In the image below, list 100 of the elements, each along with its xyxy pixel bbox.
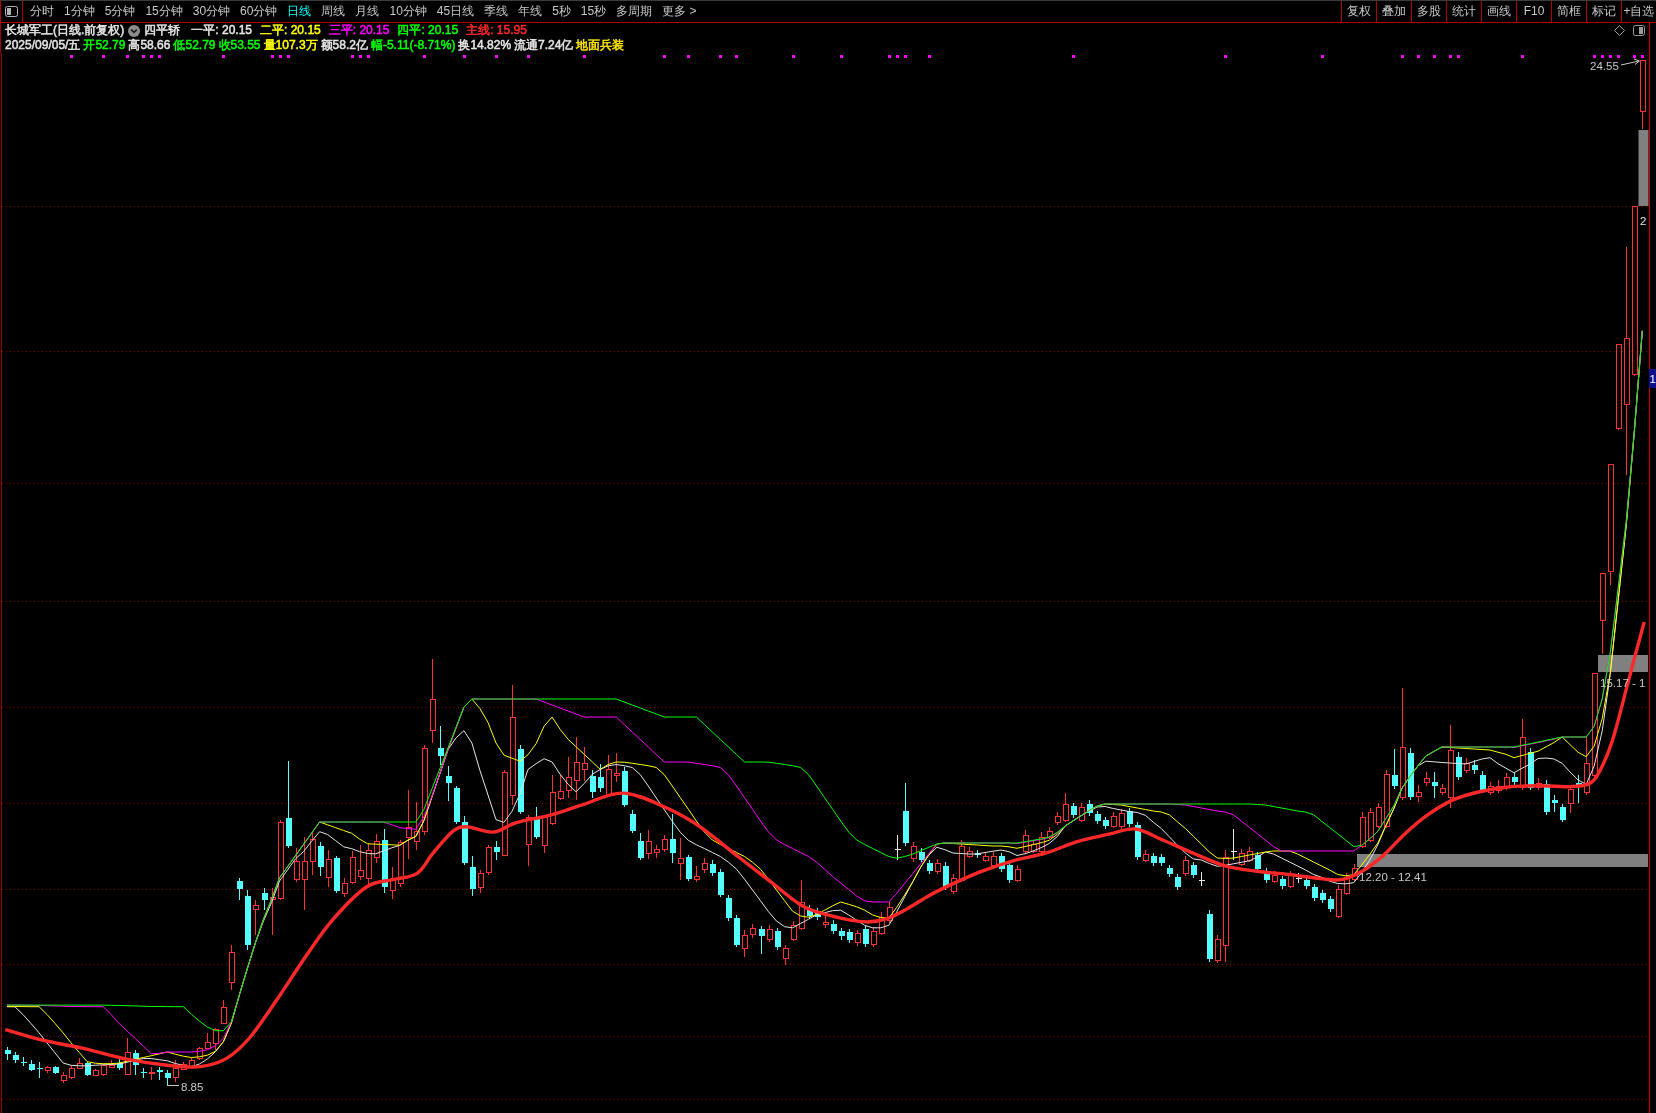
period-tab[interactable]: 15分钟 [140, 1, 188, 22]
quote-field: 额58.2亿 [320, 38, 368, 53]
signal-marker [1449, 55, 1452, 58]
period-tab[interactable]: 年线 [513, 1, 548, 22]
signal-marker [150, 55, 153, 58]
signal-marker [1401, 55, 1404, 58]
signal-marker [463, 55, 466, 58]
signal-marker [495, 55, 498, 58]
signal-marker [1641, 55, 1644, 58]
signal-marker [1601, 55, 1604, 58]
toolbar-button[interactable]: 简框 [1551, 1, 1586, 22]
signal-marker [1433, 55, 1436, 58]
period-tab[interactable]: 60分钟 [235, 1, 283, 22]
indicator-value: 四平: 20.15 [397, 23, 459, 38]
toolbar-button[interactable]: 叠加 [1376, 1, 1411, 22]
low-price-leader [166, 1085, 180, 1086]
signal-marker [792, 55, 795, 58]
toolbar-button[interactable]: 画线 [1481, 1, 1516, 22]
signal-marker [367, 55, 370, 58]
period-tab[interactable]: 周线 [316, 1, 351, 22]
quote-field: 低52.79 [173, 38, 216, 53]
indicator-name: 四平轿 [144, 23, 181, 38]
flat-candle [1198, 871, 1205, 887]
signal-marker [142, 55, 145, 58]
signal-marker [279, 55, 282, 58]
period-tab[interactable]: 分时 [25, 1, 59, 22]
signal-marker [888, 55, 891, 58]
toolbar-button[interactable]: 复权 [1341, 1, 1376, 22]
circle-chevron-icon[interactable] [128, 24, 141, 37]
diamond-icon[interactable] [1614, 25, 1625, 36]
axis-price-label: 2 [1640, 215, 1647, 227]
quote-field: 换14.82% [458, 38, 512, 53]
price-range-label: 12.20 - 12.41 [1359, 871, 1427, 883]
period-tab[interactable]: 30分钟 [187, 1, 236, 22]
quote-field: 收53.55 [218, 38, 261, 53]
indicator-value: 三平: 20.15 [328, 23, 390, 38]
quote-field: 地面兵装 [576, 38, 625, 53]
toolbar-button[interactable]: 标记 [1586, 1, 1621, 22]
signal-marker [126, 55, 129, 58]
high-price-label: 24.55 [1590, 60, 1619, 72]
flat-candle [1230, 828, 1237, 861]
period-tab[interactable]: 月线 [350, 1, 385, 22]
signal-marker [1521, 55, 1524, 58]
signal-marker [1321, 55, 1324, 58]
period-tab[interactable]: 季线 [479, 1, 514, 22]
left-panel-icon[interactable] [5, 6, 18, 17]
signal-marker [1457, 55, 1460, 58]
signal-marker [904, 55, 907, 58]
quote-field: 开52.79 [83, 38, 126, 53]
signal-marker [1633, 55, 1636, 58]
flat-candle [894, 834, 901, 861]
period-tab[interactable]: 多周期 [611, 1, 658, 22]
toolbar-button[interactable]: F10 [1516, 1, 1551, 22]
period-tab[interactable]: 45日线 [431, 1, 480, 22]
period-tab[interactable]: 5秒 [547, 1, 576, 22]
signal-marker [1609, 55, 1612, 58]
period-tab[interactable]: 5分钟 [99, 1, 141, 22]
signal-marker [287, 55, 290, 58]
toolbar-button[interactable]: 统计 [1446, 1, 1481, 22]
signal-marker [1224, 55, 1227, 58]
period-tab[interactable]: 更多 > [657, 1, 702, 22]
quote-field: 量107.3万 [263, 38, 318, 53]
signal-marker [222, 55, 225, 58]
signal-marker [351, 55, 354, 58]
signal-marker [663, 55, 666, 58]
flat-candle [1295, 872, 1302, 884]
toolbar-button[interactable]: 多股 [1411, 1, 1446, 22]
signal-marker [70, 55, 73, 58]
signal-marker [1617, 55, 1620, 58]
signal-marker [271, 55, 274, 58]
signal-marker [527, 55, 530, 58]
period-tab[interactable]: 15秒 [575, 1, 612, 22]
quote-field: 高58.66 [128, 38, 171, 53]
period-tab[interactable]: 1分钟 [59, 1, 100, 22]
toolbar-button[interactable]: +自选 [1621, 1, 1656, 22]
signal-marker [158, 55, 161, 58]
high-price-pointer [1620, 58, 1640, 66]
signal-marker [896, 55, 899, 58]
indicator-value: 一平: 20.15 [191, 23, 253, 38]
stock-title: 长城军工(日线.前复权) [5, 23, 125, 38]
signal-marker [928, 55, 931, 58]
signal-marker [840, 55, 843, 58]
signal-marker [735, 55, 738, 58]
low-price-label: 8.85 [181, 1081, 204, 1093]
signal-marker [1593, 55, 1596, 58]
period-tab[interactable]: 10分钟 [384, 1, 432, 22]
indicator-value: 二平: 20.15 [260, 23, 321, 38]
quote-field: 流通7.24亿 [514, 38, 574, 53]
right-panel-icon[interactable] [1633, 25, 1645, 36]
signal-marker [359, 55, 362, 58]
signal-marker [102, 55, 105, 58]
signal-marker [1417, 55, 1420, 58]
quote-field: 2025/09/05/五 [5, 38, 81, 53]
signal-marker [687, 55, 690, 58]
indicator-value: 主线: 15.95 [466, 23, 527, 38]
period-tab[interactable]: 日线 [282, 1, 317, 22]
signal-marker [583, 55, 586, 58]
signal-marker [719, 55, 722, 58]
signal-marker [423, 55, 426, 58]
price-tag: 1 [1649, 369, 1656, 388]
